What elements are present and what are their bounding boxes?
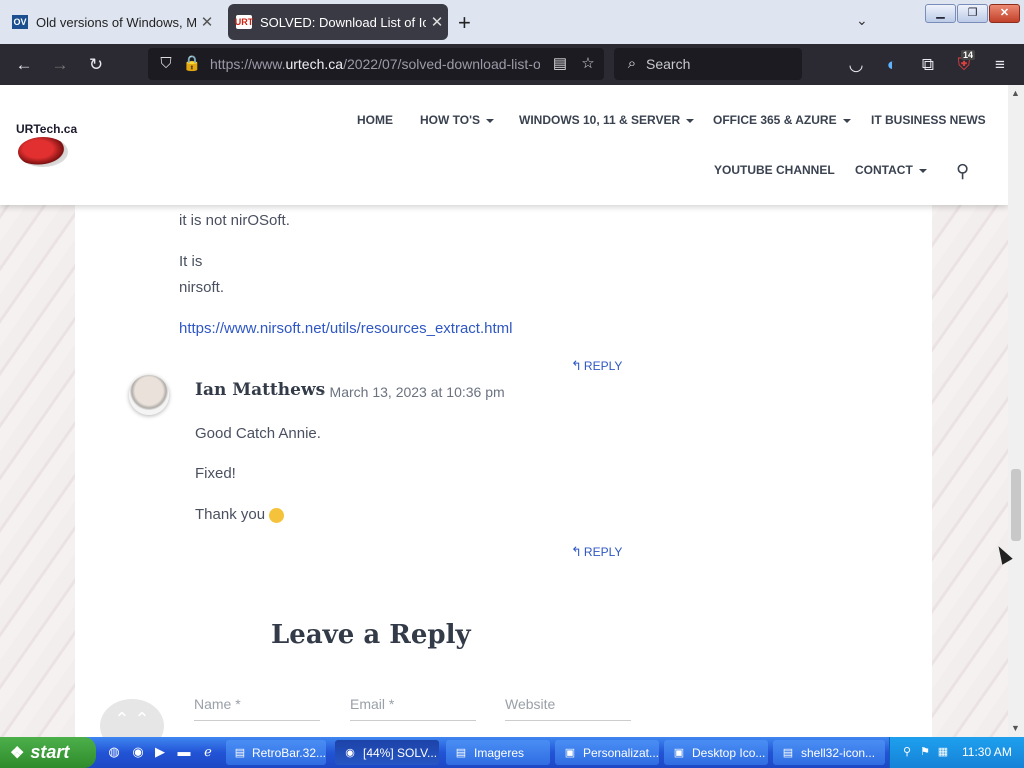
website-field[interactable]: Website xyxy=(505,696,631,721)
start-button[interactable]: ❖ start xyxy=(0,737,96,768)
tab-favicon: OV xyxy=(12,15,28,29)
close-tab-icon[interactable]: ✕ xyxy=(196,13,218,31)
comment-text: It is xyxy=(179,253,203,270)
browser-toolbar: ← → ↻ ⛉ 🔒 https://www.urtech.ca/2022/07/… xyxy=(0,44,1024,85)
tab-title: SOLVED: Download List of Icons xyxy=(260,14,426,30)
tab-urtech-solved[interactable]: URT SOLVED: Download List of Icons ✕ xyxy=(228,4,448,40)
folder-icon: ▤ xyxy=(782,746,794,759)
avatar xyxy=(129,375,169,415)
nirsoft-link[interactable]: https://www.nirsoft.net/utils/resources_… xyxy=(179,320,512,337)
maximize-window-button[interactable]: ❐ xyxy=(957,4,988,23)
comment-author[interactable]: Ian Matthews xyxy=(195,380,325,400)
caret-down-icon xyxy=(485,118,494,123)
site-logo-mouse-icon[interactable] xyxy=(18,137,68,167)
menu-youtube[interactable]: YOUTUBE CHANNEL xyxy=(714,163,835,177)
tray-network-icon[interactable]: ▦ xyxy=(936,745,950,759)
caret-down-icon xyxy=(686,118,695,123)
tray-search-icon[interactable]: ⚲ xyxy=(900,745,914,759)
tab-favicon: URT xyxy=(234,15,254,29)
reply-link[interactable]: ↰ REPLY xyxy=(571,544,622,560)
menu-office[interactable]: OFFICE 365 & AZURE xyxy=(713,113,851,127)
tab-bar: OV Old versions of Windows, Mac ✕ URT SO… xyxy=(0,0,1024,44)
comment-date[interactable]: · March 13, 2023 at 10:36 pm xyxy=(321,384,505,400)
system-tray: ⚲ ⚑ ▦ 11:30 AM xyxy=(889,737,1024,768)
reply-arrow-icon: ↰ xyxy=(571,358,582,373)
site-header: URTech.ca HOME HOW TO'S WINDOWS 10, 11 &… xyxy=(0,85,1008,205)
reply-arrow-icon: ↰ xyxy=(571,544,582,559)
menu-how-tos[interactable]: HOW TO'S xyxy=(420,113,494,127)
menu-home[interactable]: HOME xyxy=(357,113,393,127)
quicklaunch-edge-icon[interactable]: ◍ xyxy=(106,744,122,760)
search-input[interactable]: ⌕ Search xyxy=(614,48,802,80)
quicklaunch-media-icon[interactable]: ▶ xyxy=(152,744,168,760)
menu-contact[interactable]: CONTACT xyxy=(855,163,927,177)
quicklaunch-firefox-icon[interactable]: ◉ xyxy=(130,744,146,760)
pocket-icon[interactable]: ◡ xyxy=(844,53,868,77)
taskbar-item[interactable]: ▣ Desktop Ico... xyxy=(664,740,768,765)
name-field[interactable]: Name * xyxy=(194,696,320,721)
comment-text: Thank you xyxy=(195,506,285,523)
list-tabs-chevron-icon[interactable]: ⌄ xyxy=(856,12,868,29)
tab-old-versions[interactable]: OV Old versions of Windows, Mac ✕ xyxy=(4,4,218,40)
page-scrollbar[interactable]: ▲ ▼ xyxy=(1008,85,1024,737)
leave-reply-heading: Leave a Reply xyxy=(271,620,471,650)
reload-icon[interactable]: ↻ xyxy=(84,53,108,77)
search-icon[interactable]: ⚲ xyxy=(956,161,969,182)
hamburger-menu-icon[interactable]: ≡ xyxy=(988,53,1012,77)
firefox-icon: ◉ xyxy=(345,746,355,759)
scroll-down-arrow-icon[interactable]: ▼ xyxy=(1011,723,1020,733)
forward-arrow-icon[interactable]: → xyxy=(48,53,72,77)
reader-view-icon[interactable]: ▤ xyxy=(548,52,572,76)
menu-it-news[interactable]: IT BUSINESS NEWS xyxy=(871,113,986,127)
search-placeholder: Search xyxy=(646,56,691,72)
back-arrow-icon[interactable]: ← xyxy=(12,53,36,77)
comment-text: it is not nirOSoft. xyxy=(179,212,290,229)
taskbar-item[interactable]: ▤ Imageres xyxy=(446,740,550,765)
scrollbar-thumb[interactable] xyxy=(1011,469,1021,541)
minimize-window-button[interactable]: ▁ xyxy=(925,4,956,23)
windows-logo-icon: ❖ xyxy=(10,744,25,762)
bookmark-star-icon[interactable]: ☆ xyxy=(576,52,600,76)
reply-link[interactable]: ↰ REPLY xyxy=(571,358,622,374)
quicklaunch-ie-icon[interactable]: ℯ xyxy=(200,744,216,760)
shield-icon[interactable]: ⛉ xyxy=(154,52,178,76)
close-window-button[interactable]: ✕ xyxy=(989,4,1020,23)
tab-title: Old versions of Windows, Mac xyxy=(36,14,196,30)
caret-down-icon xyxy=(842,118,851,123)
clock[interactable]: 11:30 AM xyxy=(962,745,1012,759)
extension-badge: 14 xyxy=(961,50,976,60)
taskbar: ❖ start ◍ ◉ ▶ ▬ ℯ ▤ RetroBar.32... ◉ [44%] … xyxy=(0,737,1024,768)
folder-icon: ▤ xyxy=(455,746,467,759)
caret-down-icon xyxy=(918,168,927,173)
comment-text: Good Catch Annie. xyxy=(195,425,321,442)
comment-text: nirsoft. xyxy=(179,279,225,296)
extensions-puzzle-icon[interactable]: ⧉ xyxy=(916,53,940,77)
taskbar-item[interactable]: ▣ Personalizat... xyxy=(555,740,659,765)
address-bar[interactable]: ⛉ 🔒 https://www.urtech.ca/2022/07/solved… xyxy=(148,48,604,80)
comment-text: Fixed! xyxy=(195,465,236,482)
smiley-icon xyxy=(269,507,285,523)
taskbar-item[interactable]: ▤ shell32-icon... xyxy=(773,740,885,765)
quicklaunch-folder-icon[interactable]: ▬ xyxy=(176,744,192,760)
close-tab-icon[interactable]: ✕ xyxy=(426,13,448,31)
web-page: it is not nirOSoft. It is nirsoft. https… xyxy=(0,85,1008,737)
url-text[interactable]: https://www.urtech.ca/2022/07/solved-dow… xyxy=(210,56,540,72)
search-icon: ⌕ xyxy=(627,55,637,72)
menu-windows[interactable]: WINDOWS 10, 11 & SERVER xyxy=(519,113,695,127)
tray-flag-icon[interactable]: ⚑ xyxy=(918,745,932,759)
display-icon: ▣ xyxy=(564,746,576,759)
folder-icon: ▤ xyxy=(234,746,246,759)
scroll-up-arrow-icon[interactable]: ▲ xyxy=(1011,88,1020,98)
new-tab-icon[interactable]: + xyxy=(458,10,471,36)
email-field[interactable]: Email * xyxy=(350,696,476,721)
taskbar-item[interactable]: ▤ RetroBar.32... xyxy=(226,740,326,765)
desktop-icon: ▣ xyxy=(673,746,685,759)
taskbar-item-active[interactable]: ◉ [44%] SOLV... xyxy=(335,740,439,765)
site-logo-text[interactable]: URTech.ca xyxy=(16,122,77,136)
vpn-extension-icon[interactable]: ◐ xyxy=(880,53,904,77)
lock-icon[interactable]: 🔒 xyxy=(180,52,204,76)
